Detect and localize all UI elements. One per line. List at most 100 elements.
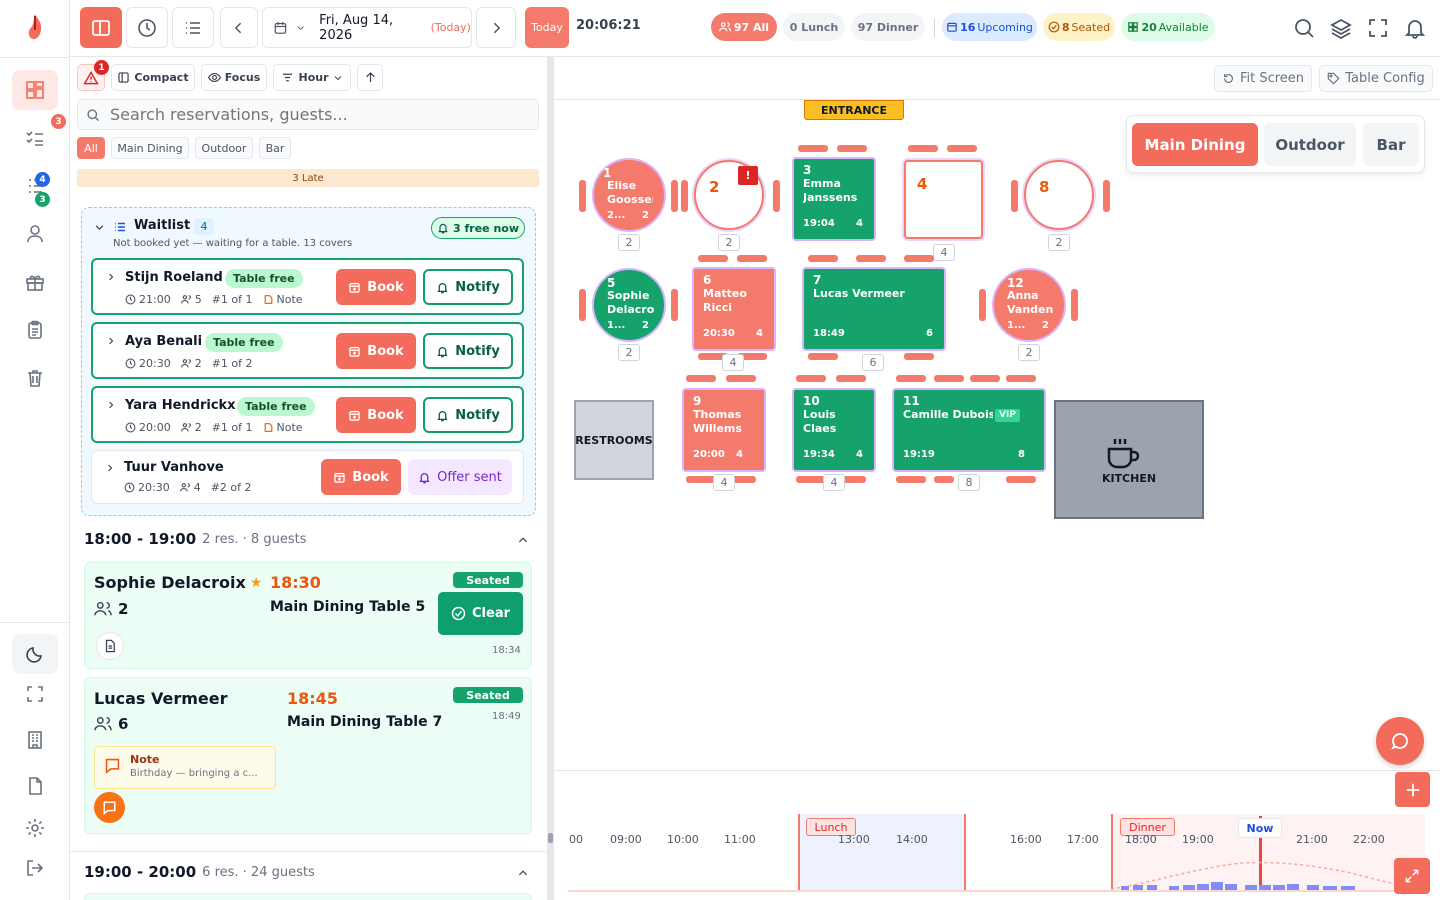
- sort-button[interactable]: [357, 64, 383, 91]
- table-7[interactable]: 7 Lucas Vermeer 18:49 6: [802, 267, 946, 351]
- upcoming-count: 16: [960, 20, 976, 34]
- reservation-card[interactable]: Lucas Vermeer 18:45 6 Main Dining Table …: [84, 677, 532, 834]
- nav-dark-mode-icon[interactable]: [12, 634, 58, 674]
- list-view-button[interactable]: [172, 7, 214, 48]
- table-3[interactable]: 3 Emma Janssens 19:04 4: [792, 157, 876, 241]
- nav-gift-icon[interactable]: [12, 262, 58, 302]
- bell-icon[interactable]: [1404, 17, 1426, 39]
- offer-sent-button[interactable]: Offer sent: [408, 459, 512, 495]
- history-button[interactable]: [126, 7, 168, 48]
- focus-label: Focus: [224, 71, 261, 84]
- chevron-right-icon[interactable]: [106, 400, 116, 410]
- reservation-note[interactable]: Note Birthday — bringing a c...: [94, 746, 276, 789]
- grid-icon: [1128, 22, 1139, 32]
- upcoming-pill[interactable]: 16 Upcoming: [942, 13, 1037, 41]
- clear-button[interactable]: Clear: [438, 592, 523, 635]
- chevron-down-icon[interactable]: [94, 222, 105, 233]
- filter-tab-bar[interactable]: Bar: [259, 137, 291, 159]
- waitlist-position: #1 of 1: [211, 293, 253, 306]
- book-button[interactable]: Book: [321, 459, 401, 495]
- hour-dropdown[interactable]: Hour: [273, 64, 351, 91]
- next-day-button[interactable]: [476, 7, 516, 48]
- add-reservation-button[interactable]: [1395, 772, 1430, 807]
- filter-all-pill[interactable]: 97 All: [711, 13, 777, 41]
- free-now-badge[interactable]: 3 free now: [431, 217, 525, 239]
- table-8[interactable]: 8: [1024, 160, 1094, 230]
- search-icon[interactable]: [1293, 17, 1315, 39]
- chat-fab[interactable]: [1376, 717, 1424, 765]
- panel-resize-handle[interactable]: [547, 57, 554, 900]
- available-count: 20: [1141, 20, 1157, 34]
- focus-button[interactable]: Focus: [201, 64, 267, 91]
- nav-guests-icon[interactable]: [12, 214, 58, 254]
- book-button[interactable]: Book: [336, 397, 416, 433]
- notify-button[interactable]: Notify: [423, 269, 513, 305]
- timeline-hour: 14:00: [896, 833, 928, 846]
- message-button[interactable]: [94, 792, 125, 823]
- table-11[interactable]: 11 Camille Dubois VIP 19:19 8: [892, 388, 1046, 472]
- nav-document-icon[interactable]: [12, 766, 58, 806]
- table-5[interactable]: 5 Sophie Delacroix 1... 2: [592, 268, 666, 342]
- nav-building-icon[interactable]: [12, 720, 58, 760]
- expand-icon[interactable]: [1367, 17, 1389, 39]
- nav-logout-icon[interactable]: [12, 848, 58, 888]
- table-alert-badge[interactable]: !: [738, 166, 758, 185]
- table-6[interactable]: 6 Matteo Ricci 20:30 4: [692, 267, 776, 351]
- nav-settings-icon[interactable]: [12, 808, 58, 848]
- table-4[interactable]: 4: [904, 160, 983, 239]
- fit-screen-button[interactable]: Fit Screen: [1214, 65, 1312, 92]
- table-12[interactable]: 12 Anna Vanden 1... 2: [992, 268, 1066, 342]
- timeline[interactable]: Lunch Dinner Now: [568, 814, 1425, 892]
- layout-toggle-button[interactable]: [80, 7, 122, 48]
- slot-header[interactable]: 19:00 - 20:00 6 res. · 24 guests: [84, 863, 315, 881]
- nav-dashboard-icon[interactable]: [12, 70, 58, 110]
- chevron-right-icon[interactable]: [106, 336, 116, 346]
- chevron-right-icon[interactable]: [105, 463, 115, 473]
- table-guest-name: Emma Janssens: [803, 177, 858, 204]
- chevron-up-icon[interactable]: [517, 534, 529, 546]
- today-button[interactable]: Today: [525, 7, 569, 48]
- nav-fullscreen-icon[interactable]: [12, 674, 58, 714]
- notify-button[interactable]: Notify: [423, 333, 513, 369]
- zone-outdoor[interactable]: Outdoor: [1264, 123, 1356, 166]
- filter-tab-all[interactable]: All: [77, 137, 105, 159]
- expand-timeline-button[interactable]: [1394, 858, 1430, 894]
- filter-dinner-pill[interactable]: 97 Dinner: [851, 13, 925, 41]
- waitlist-entry[interactable]: Yara Hendrickx Table free 20:00 2 #1 of …: [91, 386, 524, 443]
- table-guest-name: Elise Goossens: [607, 179, 653, 206]
- zone-bar[interactable]: Bar: [1363, 123, 1419, 166]
- book-button[interactable]: Book: [336, 269, 416, 305]
- zone-main-dining[interactable]: Main Dining: [1132, 123, 1258, 166]
- seated-pill[interactable]: 8 Seated: [1043, 13, 1115, 41]
- filter-lunch-pill[interactable]: 0 Lunch: [783, 13, 845, 41]
- waitlist-entry[interactable]: Aya Benali Table free 20:30 2 #1 of 2 Bo…: [91, 322, 524, 379]
- waitlist-entry[interactable]: Tuur Vanhove 20:30 4 #2 of 2 Book Offer …: [91, 450, 524, 504]
- layers-icon[interactable]: [1330, 17, 1352, 39]
- table-guest-name: Sophie Delacroix: [607, 289, 655, 316]
- notify-button[interactable]: Notify: [423, 397, 513, 433]
- search-input[interactable]: [110, 105, 530, 124]
- waitlist-entry[interactable]: Stijn Roeland Table free 21:00 5 #1 of 1…: [91, 258, 524, 315]
- nav-clipboard-icon[interactable]: [12, 310, 58, 350]
- search-box[interactable]: [77, 99, 539, 130]
- prev-day-button[interactable]: [220, 7, 258, 48]
- slot-header[interactable]: 18:00 - 19:00 2 res. · 8 guests: [84, 530, 306, 548]
- table-number: 2: [709, 178, 720, 196]
- chevron-right-icon[interactable]: [106, 272, 116, 282]
- date-picker[interactable]: Fri, Aug 14, 2026 (Today): [262, 7, 472, 48]
- book-button[interactable]: Book: [336, 333, 416, 369]
- available-pill[interactable]: 20 Available: [1121, 13, 1215, 41]
- filter-tab-outdoor[interactable]: Outdoor: [195, 137, 253, 159]
- late-banner[interactable]: 3 Late: [77, 169, 539, 187]
- table-10[interactable]: 10 Louis Claes 19:34 4: [792, 388, 876, 472]
- chevron-up-icon[interactable]: [517, 867, 529, 879]
- document-button[interactable]: [96, 632, 124, 660]
- nav-trash-icon[interactable]: [12, 358, 58, 398]
- reservation-card[interactable]: Sophie Delacroix ★ 18:30 2 Main Dining T…: [84, 562, 532, 669]
- app-logo-icon[interactable]: [22, 12, 48, 42]
- compact-button[interactable]: Compact: [111, 64, 195, 91]
- table-1[interactable]: 1 Elise Goossens 2... 2: [592, 158, 666, 232]
- table-config-button[interactable]: Table Config: [1319, 65, 1433, 92]
- table-9[interactable]: 9 Thomas Willems 20:00 4: [682, 388, 766, 472]
- filter-tab-main-dining[interactable]: Main Dining: [111, 137, 189, 159]
